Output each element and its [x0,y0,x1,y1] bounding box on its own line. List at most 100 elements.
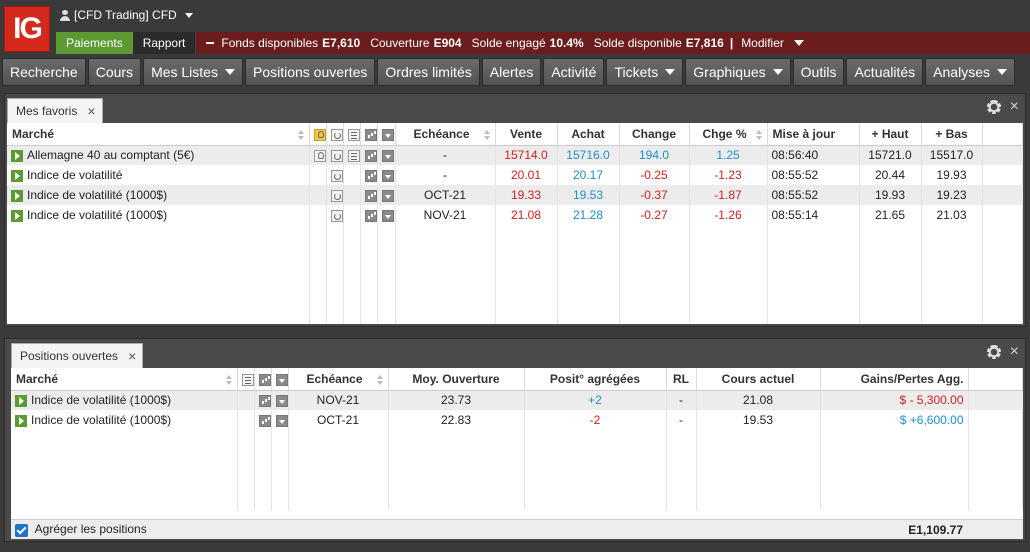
tab-mes-favoris[interactable]: Mes favoris × [7,98,103,123]
nav-item-actualites[interactable]: Actualités [846,58,924,86]
col-header-marche[interactable]: Marché [7,123,310,146]
vente-cell[interactable]: 20.01 [495,165,558,185]
lightbulb-icon-cell[interactable] [309,145,327,165]
nav-item-graphiques[interactable]: Graphiques [685,58,791,86]
col-header-gains-pertes[interactable]: Gains/Pertes Agg. [820,368,969,391]
dropdown-icon-cell[interactable] [377,185,396,205]
document-icon-cell[interactable] [343,145,361,165]
aggregate-toggle[interactable]: Agréger les positions [15,522,147,537]
tab-positions-ouvertes[interactable]: Positions ouvertes × [11,343,144,368]
sort-icon[interactable] [225,374,233,386]
col-header-chart[interactable] [360,123,378,146]
col-header-cours-actuel[interactable]: Cours actuel [696,368,821,391]
achat-cell[interactable]: 21.28 [557,205,620,225]
col-header-vente[interactable]: Vente [495,123,558,146]
dropdown-icon[interactable] [381,150,394,163]
col-header-chge-pct[interactable]: Chge % [689,123,768,146]
dropdown-icon[interactable] [275,414,287,427]
chart-icon[interactable] [364,209,376,222]
dropdown-icon-cell[interactable] [271,390,289,410]
col-header-doc[interactable] [343,123,361,146]
chart-icon[interactable] [258,414,270,427]
col-header-achat[interactable]: Achat [557,123,620,146]
dropdown-icon-cell[interactable] [377,145,396,165]
chart-icon-cell[interactable] [360,145,378,165]
col-header-haut[interactable]: + Haut [859,123,922,146]
chart-icon[interactable] [258,395,270,408]
nav-item-ordres-limites[interactable]: Ordres limités [377,58,480,86]
market-cell[interactable]: Indice de volatilité [7,165,310,185]
account-selector[interactable]: [CFD Trading] CFD [60,8,193,22]
chart-icon[interactable] [364,150,376,163]
refresh-icon-cell[interactable] [326,185,344,205]
nav-item-analyses[interactable]: Analyses [925,58,1015,86]
dropdown-icon-cell[interactable] [271,410,289,430]
sort-icon[interactable] [755,129,763,141]
paiements-button[interactable]: Paiements [56,32,133,54]
nav-item-alertes[interactable]: Alertes [481,58,542,86]
table-row[interactable]: Indice de volatilité (1000$) NOV-21 21.08 2… [7,205,1023,225]
vente-cell[interactable]: 21.08 [495,205,558,225]
nav-item-positions-ouvertes[interactable]: Positions ouvertes [244,58,376,86]
nav-item-tickets[interactable]: Tickets [606,58,684,86]
table-row[interactable]: Indice de volatilité (1000$) NOV-21 23.73 +… [11,390,1023,410]
col-header-echeance[interactable]: Echéance [395,123,496,146]
play-icon[interactable] [11,150,23,163]
chart-icon-cell[interactable] [360,205,378,225]
close-panel-icon[interactable]: × [1010,99,1019,115]
col-header-refresh[interactable] [326,123,344,146]
col-header-rl[interactable]: RL [666,368,697,391]
market-cell[interactable]: Indice de volatilité (1000$) [7,185,310,205]
col-header-bas[interactable]: + Bas [921,123,983,146]
col-header-menu[interactable] [377,123,396,146]
dropdown-icon[interactable] [381,169,394,182]
lightbulb-icon[interactable] [313,150,325,163]
refresh-icon[interactable] [330,189,342,202]
nav-item-outils[interactable]: Outils [792,58,845,86]
vente-cell[interactable]: 19.33 [495,185,558,205]
table-row[interactable]: Indice de volatilité -20.01 20.17 -0.25 -1.2… [7,165,1023,185]
achat-cell[interactable]: 15716.0 [557,145,620,165]
checkbox-checked-icon[interactable] [15,523,28,537]
dropdown-icon-cell[interactable] [377,165,396,185]
dropdown-icon[interactable] [381,209,394,222]
refresh-icon[interactable] [330,169,342,182]
chart-icon-cell[interactable] [254,390,272,410]
col-header-moy-ouverture[interactable]: Moy. Ouverture [388,368,525,391]
market-cell[interactable]: Allemagne 40 au comptant (5€) [7,145,310,165]
col-header-chart[interactable] [254,368,272,391]
col-header-alert[interactable] [309,123,327,146]
col-header-change[interactable]: Change [619,123,690,146]
close-icon[interactable]: × [128,348,136,364]
chart-icon[interactable] [364,189,376,202]
play-icon[interactable] [11,169,23,182]
refresh-icon-cell[interactable] [326,145,344,165]
dropdown-icon[interactable] [275,395,287,408]
col-header-marche[interactable]: Marché [11,368,238,391]
sort-icon[interactable] [483,129,491,141]
modifier-button[interactable]: Modifier [741,36,784,50]
refresh-icon-cell[interactable] [326,165,344,185]
play-icon[interactable] [15,395,27,408]
chart-icon[interactable] [364,169,376,182]
nav-item-mes-listes[interactable]: Mes Listes [143,58,243,86]
play-icon[interactable] [11,209,23,222]
gear-icon[interactable] [986,99,1002,115]
sort-icon[interactable] [297,129,305,141]
col-header-maj[interactable]: Mise à jour [767,123,860,146]
close-panel-icon[interactable]: × [1010,344,1019,360]
nav-item-cours[interactable]: Cours [87,58,142,86]
vente-cell[interactable]: 15714.0 [495,145,558,165]
dropdown-icon[interactable] [381,189,394,202]
play-icon[interactable] [15,414,27,427]
achat-cell[interactable]: 20.17 [557,165,620,185]
rapport-button[interactable]: Rapport [132,32,196,54]
col-header-doc[interactable] [237,368,255,391]
market-cell[interactable]: Indice de volatilité (1000$) [11,390,238,410]
market-cell[interactable]: Indice de volatilité (1000$) [11,410,238,430]
chart-icon-cell[interactable] [360,185,378,205]
chart-icon-cell[interactable] [360,165,378,185]
achat-cell[interactable]: 19.53 [557,185,620,205]
table-row[interactable]: Indice de volatilité (1000$) OCT-21 22.83-… [11,410,1023,430]
sort-icon[interactable] [376,374,384,386]
